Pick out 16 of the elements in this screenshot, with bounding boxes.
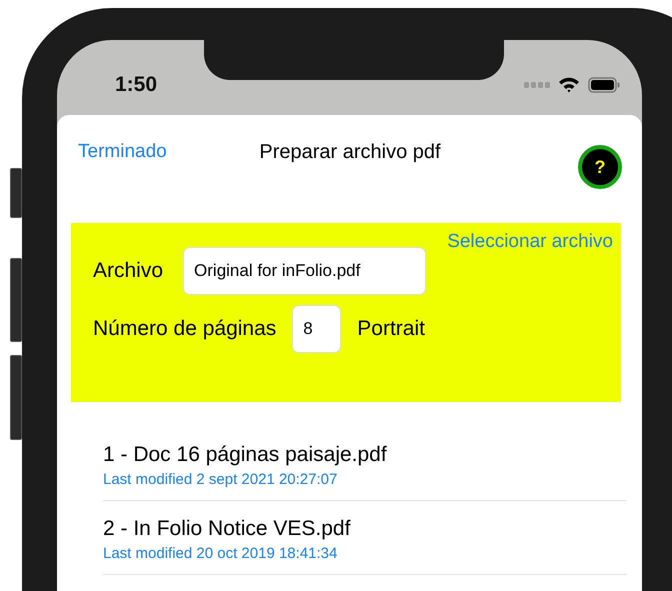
sheet-title: Preparar archivo pdf xyxy=(259,141,441,164)
wifi-icon xyxy=(558,76,580,93)
battery-icon xyxy=(588,76,620,92)
signal-icon xyxy=(524,82,550,88)
file-name[interactable]: 1 - Doc 16 páginas paisaje.pdf xyxy=(103,443,626,467)
file-name[interactable]: 2 - In Folio Notice VES.pdf xyxy=(103,517,626,541)
status-time: 1:50 xyxy=(115,72,158,96)
modified-date: Last modified 20 oct 2019 18:41:34 xyxy=(103,545,338,562)
file-field[interactable]: Original for inFolio.pdf xyxy=(183,247,426,295)
done-button[interactable]: Terminado xyxy=(78,141,167,163)
pages-label: Número de páginas xyxy=(93,317,276,341)
file-label: Archivo xyxy=(93,259,164,283)
orientation-label: Portrait xyxy=(357,317,425,341)
pages-field[interactable]: 8 xyxy=(292,305,342,353)
modified-date: Last modified 2 sept 2021 20:27:07 xyxy=(103,471,338,488)
help-button[interactable]: ? xyxy=(578,145,622,189)
